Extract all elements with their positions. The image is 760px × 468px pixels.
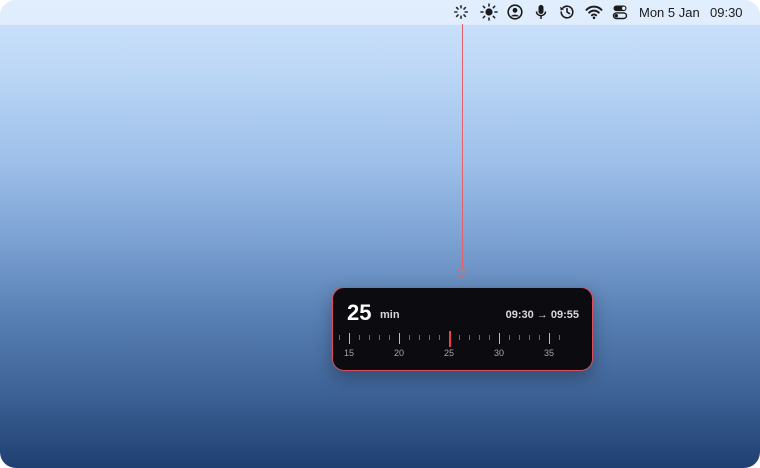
- minor-tick: [389, 335, 390, 340]
- desktop: Mon 5 Jan 09:30 25 min 09:30 → 09:55 15 2…: [0, 0, 760, 468]
- scale-label: 25: [443, 348, 454, 358]
- minor-tick: [439, 335, 440, 340]
- minor-tick: [489, 335, 490, 340]
- scale-label: 20: [393, 348, 404, 358]
- minor-tick: [369, 335, 370, 340]
- major-tick: [549, 333, 550, 344]
- minor-tick: [519, 335, 520, 340]
- time-machine-icon[interactable]: [557, 2, 577, 22]
- duration-value: 25: [347, 300, 372, 325]
- menu-bar-clock[interactable]: 09:30: [710, 5, 743, 21]
- major-tick: [499, 333, 500, 344]
- brightness-icon[interactable]: [479, 2, 499, 22]
- scale-label: 35: [543, 348, 554, 358]
- duration-unit: min: [380, 309, 400, 321]
- menu-bar-date[interactable]: Mon 5 Jan: [639, 5, 700, 21]
- minor-tick: [339, 335, 340, 340]
- minor-tick: [469, 335, 470, 340]
- minor-tick: [539, 335, 540, 340]
- microphone-icon[interactable]: [531, 2, 551, 22]
- timer-panel: 25 min 09:30 → 09:55 15 20 25 30 35: [332, 287, 593, 371]
- guide-line: [462, 24, 463, 269]
- minor-tick: [429, 335, 430, 340]
- minor-tick: [509, 335, 510, 340]
- minor-tick: [479, 335, 480, 340]
- minor-tick: [379, 335, 380, 340]
- duration-scale-slider[interactable]: 15 20 25 30 35: [339, 331, 578, 362]
- scale-label: 15: [343, 348, 354, 358]
- minor-tick: [409, 335, 410, 340]
- menu-bar: Mon 5 Jan 09:30: [0, 0, 760, 24]
- major-tick: [399, 333, 400, 344]
- minor-tick: [559, 335, 560, 340]
- control-center-icon[interactable]: [610, 2, 630, 22]
- wifi-icon[interactable]: [584, 2, 604, 22]
- major-tick: [349, 333, 350, 344]
- minor-tick: [529, 335, 530, 340]
- minor-tick: [419, 335, 420, 340]
- guide-anchor-dot: [457, 268, 466, 277]
- current-value-marker: [448, 331, 451, 347]
- user-account-icon[interactable]: [505, 2, 525, 22]
- time-range: 09:30 → 09:55: [505, 309, 579, 321]
- loader-icon[interactable]: [451, 2, 471, 22]
- minor-tick: [359, 335, 360, 340]
- scale-label: 30: [493, 348, 504, 358]
- minor-tick: [459, 335, 460, 340]
